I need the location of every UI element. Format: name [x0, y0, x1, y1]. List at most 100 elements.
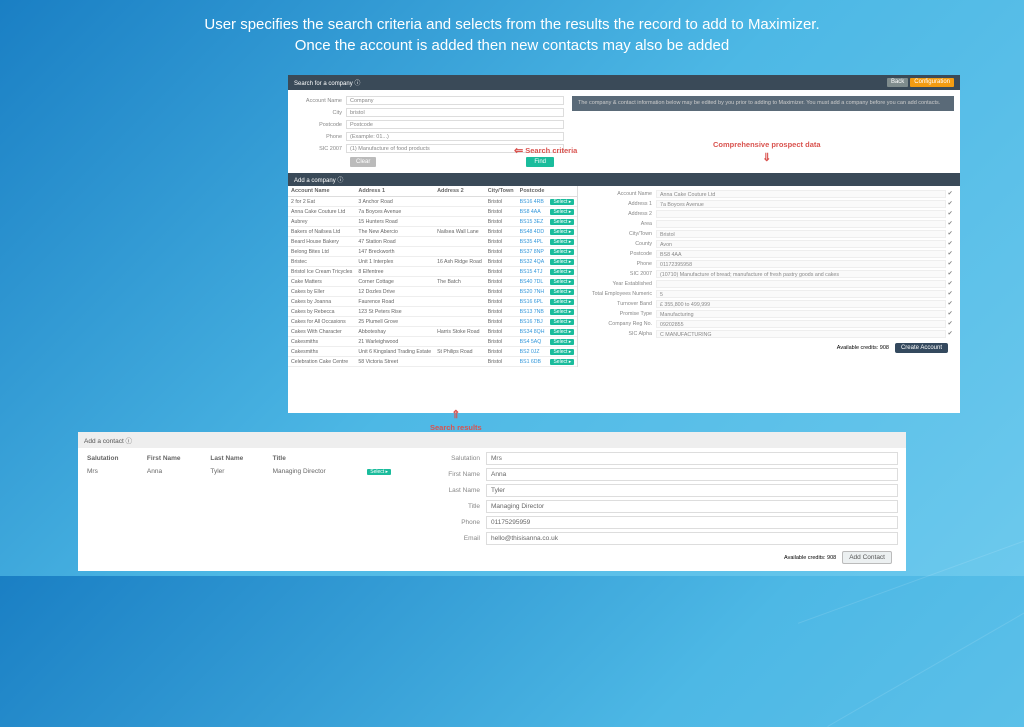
select-button[interactable]: Select ▸: [550, 299, 574, 305]
check-icon[interactable]: ✔: [946, 291, 954, 297]
select-button[interactable]: Select ▸: [550, 209, 574, 215]
table-row[interactable]: Belong Bites Ltd147 BreckworthBristolBS3…: [288, 247, 577, 257]
contact-input[interactable]: Tyler: [486, 484, 898, 497]
detail-value[interactable]: (10710) Manufacture of bread; manufactur…: [656, 270, 946, 278]
check-icon[interactable]: ✔: [946, 271, 954, 277]
col-header: Address 2: [434, 186, 485, 197]
table-row[interactable]: MrsAnnaTylerManaging DirectorSelect ▸: [84, 465, 412, 478]
find-button[interactable]: Find: [526, 157, 554, 167]
detail-label: Promise Type: [584, 311, 656, 317]
search-input[interactable]: (Example: 01...): [346, 132, 564, 141]
search-input[interactable]: bristol: [346, 108, 564, 117]
check-icon[interactable]: ✔: [946, 211, 954, 217]
check-icon[interactable]: ✔: [946, 221, 954, 227]
search-input[interactable]: Company: [346, 96, 564, 105]
detail-value[interactable]: Bristol: [656, 230, 946, 238]
detail-label: Turnover Band: [584, 301, 656, 307]
detail-label: Company Reg No.: [584, 321, 656, 327]
check-icon[interactable]: ✔: [946, 261, 954, 267]
check-icon[interactable]: ✔: [946, 231, 954, 237]
table-row[interactable]: Cake MattersCorner CottageThe BatchBrist…: [288, 277, 577, 287]
table-row[interactable]: Cakes by Eller12 Dozles DriveBristolBS20…: [288, 287, 577, 297]
select-button[interactable]: Select ▸: [550, 329, 574, 335]
table-row[interactable]: Cakesmiths21 WarleighwoodBristolBS4 5AQS…: [288, 337, 577, 347]
table-row[interactable]: CakesmithsUnit 6 Kingsland Trading Estat…: [288, 347, 577, 357]
select-button[interactable]: Select ▸: [550, 269, 574, 275]
main-panel: Search for a company ⓘ Back Configuratio…: [288, 75, 960, 413]
select-button[interactable]: Select ▸: [550, 259, 574, 265]
table-row[interactable]: Bristol Ice Cream Tricycles8 ElfentreeBr…: [288, 267, 577, 277]
select-button[interactable]: Select ▸: [550, 349, 574, 355]
detail-label: Phone: [584, 261, 656, 267]
check-icon[interactable]: ✔: [946, 201, 954, 207]
detail-value[interactable]: £ 355,800 to 499,999: [656, 300, 946, 308]
detail-value[interactable]: [656, 280, 946, 288]
check-icon[interactable]: ✔: [946, 301, 954, 307]
table-row[interactable]: BristecUnit 1 Interplex16 Ash Ridge Road…: [288, 257, 577, 267]
detail-value[interactable]: Avon: [656, 240, 946, 248]
detail-value[interactable]: 5: [656, 290, 946, 298]
detail-value[interactable]: Anna Cake Couture Ltd: [656, 190, 946, 198]
select-button[interactable]: Select ▸: [550, 279, 574, 285]
detail-value[interactable]: C MANUFACTURING: [656, 330, 946, 338]
select-button[interactable]: Select ▸: [550, 249, 574, 255]
detail-value[interactable]: [656, 220, 946, 228]
table-row[interactable]: Aubrey15 Hunters RoadBristolBS15 3EZSele…: [288, 217, 577, 227]
contact-form: SalutationMrsFirst NameAnnaLast NameTyle…: [418, 452, 906, 567]
table-row[interactable]: 2 for 2 Eat3 Anchor RoadBristolBS16 4RBS…: [288, 197, 577, 207]
detail-value[interactable]: BS8 4AA: [656, 250, 946, 258]
clear-button[interactable]: Clear: [350, 157, 376, 167]
check-icon[interactable]: ✔: [946, 191, 954, 197]
arrow-icon: [451, 408, 460, 421]
table-row[interactable]: Cakes by JoannaFaurence RoadBristolBS16 …: [288, 297, 577, 307]
search-input[interactable]: Postcode: [346, 120, 564, 129]
detail-value[interactable]: 01172395958: [656, 260, 946, 268]
detail-label: Address 1: [584, 201, 656, 207]
contact-input[interactable]: hello@thisisanna.co.uk: [486, 532, 898, 545]
detail-value[interactable]: 7a Boyces Avenue: [656, 200, 946, 208]
select-button[interactable]: Select ▸: [550, 309, 574, 315]
table-row[interactable]: Cakes by Rebecca123 St Peters RiseBristo…: [288, 307, 577, 317]
table-row[interactable]: Celebration Cake Centre58 Victoria Stree…: [288, 357, 577, 367]
field-label: Title: [426, 503, 486, 510]
back-button[interactable]: Back: [887, 78, 908, 87]
detail-label: Address 2: [584, 211, 656, 217]
config-button[interactable]: Configuration: [910, 78, 954, 87]
select-button[interactable]: Select ▸: [550, 229, 574, 235]
select-button[interactable]: Select ▸: [550, 339, 574, 345]
detail-value[interactable]: 09202855: [656, 320, 946, 328]
create-account-button[interactable]: Create Account: [895, 343, 948, 353]
select-button[interactable]: Select ▸: [367, 469, 391, 475]
detail-value[interactable]: Manufacturing: [656, 310, 946, 318]
field-label: Phone: [426, 519, 486, 526]
select-button[interactable]: Select ▸: [550, 199, 574, 205]
select-button[interactable]: Select ▸: [550, 359, 574, 365]
check-icon[interactable]: ✔: [946, 281, 954, 287]
contact-input[interactable]: 01175295959: [486, 516, 898, 529]
table-row[interactable]: Anna Cake Couture Ltd7a Boyces AvenueBri…: [288, 207, 577, 217]
field-label: First Name: [426, 471, 486, 478]
check-icon[interactable]: ✔: [946, 251, 954, 257]
field-label: SIC 2007: [294, 146, 346, 152]
table-row[interactable]: Beard House Bakery47 Station RoadBristol…: [288, 237, 577, 247]
detail-label: Account Name: [584, 191, 656, 197]
table-row[interactable]: Cakes With CharacterAbboteshayHarris Sto…: [288, 327, 577, 337]
check-icon[interactable]: ✔: [946, 331, 954, 337]
check-icon[interactable]: ✔: [946, 321, 954, 327]
add-contact-button[interactable]: Add Contact: [842, 551, 892, 564]
detail-value[interactable]: [656, 210, 946, 218]
select-button[interactable]: Select ▸: [550, 219, 574, 225]
check-icon[interactable]: ✔: [946, 311, 954, 317]
col-header: Address 1: [355, 186, 434, 197]
select-button[interactable]: Select ▸: [550, 289, 574, 295]
select-button[interactable]: Select ▸: [550, 319, 574, 325]
contact-input[interactable]: Mrs: [486, 452, 898, 465]
contact-input[interactable]: Anna: [486, 468, 898, 481]
table-row[interactable]: Bakers of Nailsea LtdThe New AbercioNail…: [288, 227, 577, 237]
col-header: Postcode: [517, 186, 548, 197]
table-row[interactable]: Cakes for All Occasions25 Plumell GroveB…: [288, 317, 577, 327]
select-button[interactable]: Select ▸: [550, 239, 574, 245]
check-icon[interactable]: ✔: [946, 241, 954, 247]
contact-input[interactable]: Managing Director: [486, 500, 898, 513]
detail-label: Year Established: [584, 281, 656, 287]
